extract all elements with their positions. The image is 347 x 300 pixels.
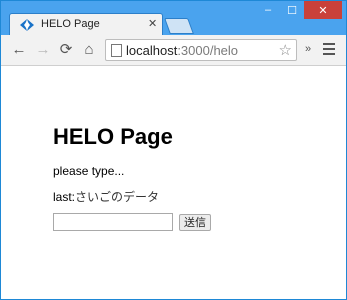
favicon-icon: [20, 19, 34, 31]
url-text: localhost:3000/helo: [126, 43, 238, 58]
new-tab-button[interactable]: [164, 18, 194, 34]
submit-button[interactable]: 送信: [179, 213, 211, 231]
message-text: please type...: [53, 164, 125, 178]
last-data-line: last:さいごのデータ: [53, 188, 159, 205]
tab-helo-page[interactable]: HELO Page ✕: [9, 13, 163, 35]
page-icon: [111, 44, 122, 57]
menu-icon[interactable]: [323, 43, 335, 55]
last-value: さいごのデータ: [75, 190, 160, 204]
bookmark-star-icon[interactable]: ☆: [279, 41, 292, 59]
tab-close-icon[interactable]: ✕: [148, 17, 157, 31]
maximize-button[interactable]: ☐: [280, 1, 304, 19]
url-host: localhost: [126, 43, 178, 58]
url-path: :3000/helo: [177, 43, 239, 58]
reload-icon[interactable]: ⟳: [58, 41, 74, 59]
window-controls: – ☐ ✕: [256, 1, 342, 19]
input-form: 送信: [53, 213, 211, 231]
minimize-button[interactable]: –: [256, 1, 280, 19]
page-content: HELO Page please type... last:さいごのデータ 送信: [1, 66, 346, 299]
text-input[interactable]: [53, 213, 173, 231]
extensions-overflow-icon[interactable]: »: [305, 43, 311, 55]
tab-title: HELO Page: [41, 18, 100, 30]
tab-strip: HELO Page ✕ – ☐ ✕: [1, 1, 346, 35]
back-arrow-icon[interactable]: ←: [11, 41, 27, 59]
last-label: last:: [53, 190, 76, 204]
page-title: HELO Page: [53, 124, 173, 149]
address-bar[interactable]: localhost:3000/helo ☆: [105, 39, 297, 61]
window-close-button[interactable]: ✕: [304, 1, 342, 19]
home-icon[interactable]: ⌂: [81, 41, 97, 59]
browser-window: HELO Page ✕ – ☐ ✕ ← → ⟳ ⌂ localhost:3000…: [0, 0, 347, 300]
forward-arrow-icon[interactable]: →: [35, 41, 51, 59]
browser-toolbar: ← → ⟳ ⌂ localhost:3000/helo ☆ »: [1, 35, 346, 66]
